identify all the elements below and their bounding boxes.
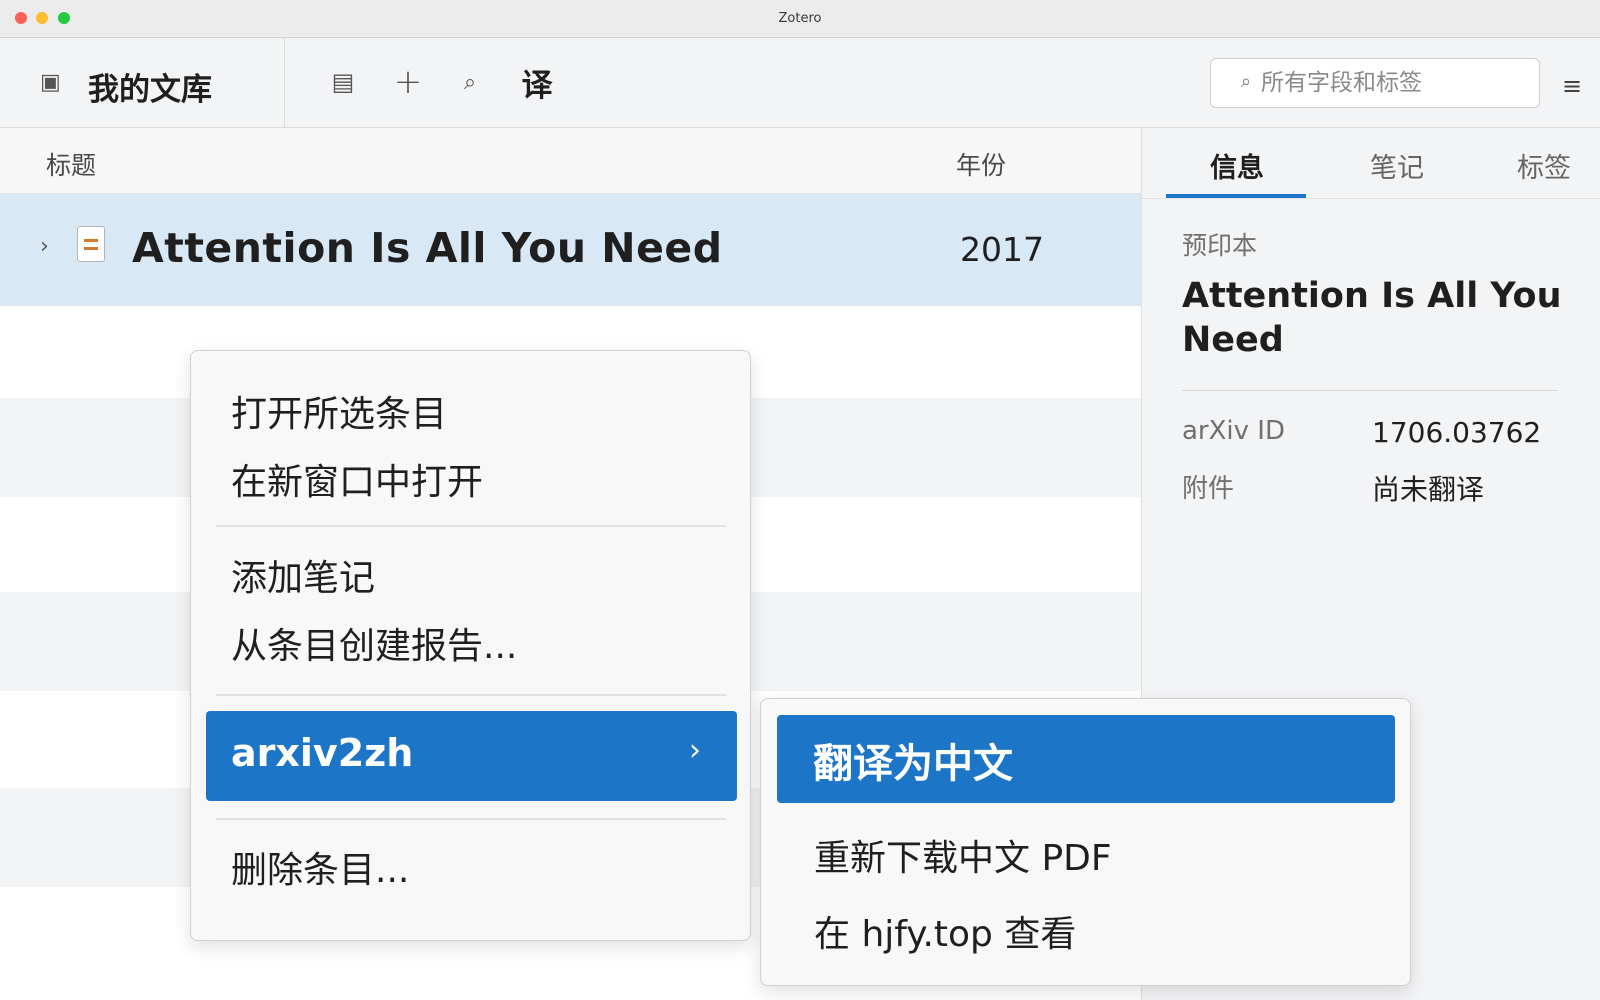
library-header: ▣ 我的文库 (0, 38, 285, 128)
table-row[interactable]: › Attention Is All You Need 2017 (0, 194, 1141, 306)
menu-item-delete-item[interactable]: 删除条目... (231, 841, 409, 893)
arxiv2zh-submenu: 翻译为中文 重新下载中文 PDF 在 hjfy.top 查看 (760, 698, 1411, 986)
submenu-item-translate-label: 翻译为中文 (813, 741, 1013, 787)
menu-item-add-note[interactable]: 添加笔记 (231, 549, 375, 601)
field-value-arxiv-id[interactable]: 1706.03762 (1372, 416, 1541, 449)
context-menu: 打开所选条目 在新窗口中打开 添加笔记 从条目创建报告... arxiv2zh … (190, 350, 751, 941)
search-icon: ⌕ (1241, 71, 1252, 92)
column-header-title[interactable]: 标题 (46, 146, 96, 182)
column-header: 标题 年份 (0, 128, 1141, 194)
chevron-right-icon[interactable]: › (40, 234, 49, 259)
submenu-item-view-on-hjfy[interactable]: 在 hjfy.top 查看 (814, 905, 1076, 957)
translate-button[interactable]: 译 (517, 62, 557, 104)
search-box[interactable]: ⌕ (1210, 58, 1540, 108)
submenu-item-translate[interactable]: 翻译为中文 (777, 715, 1395, 803)
document-icon (77, 226, 105, 262)
divider (1182, 390, 1558, 391)
search-input[interactable] (1261, 65, 1531, 101)
hamburger-icon[interactable]: ≡ (1562, 72, 1582, 100)
field-label-arxiv-id: arXiv ID (1182, 416, 1285, 446)
menu-separator (216, 818, 726, 820)
item-year: 2017 (960, 230, 1044, 269)
field-value-attachment[interactable]: 尚未翻译 (1372, 468, 1484, 508)
tab-info[interactable]: 信息 (1210, 146, 1264, 185)
chevron-right-icon: › (689, 733, 701, 768)
menu-item-arxiv2zh[interactable]: arxiv2zh › (206, 711, 737, 801)
tab-notes[interactable]: 笔记 (1370, 146, 1424, 185)
item-type: 预印本 (1182, 231, 1258, 260)
column-header-year[interactable]: 年份 (956, 146, 1006, 182)
tab-tags[interactable]: 标签 (1517, 146, 1571, 185)
menu-item-open-new-window[interactable]: 在新窗口中打开 (231, 453, 483, 505)
menu-item-create-report[interactable]: 从条目创建报告... (231, 617, 517, 669)
menu-item-open-selected[interactable]: 打开所选条目 (231, 385, 447, 437)
item-title: Attention Is All You Need (132, 224, 723, 272)
field-label-attachment: 附件 (1182, 474, 1235, 504)
title-bar: Zotero (0, 0, 1600, 38)
item-pane-title[interactable]: Attention Is All You Need (1182, 274, 1562, 362)
menu-item-arxiv2zh-label: arxiv2zh (231, 731, 414, 775)
submenu-item-redownload-pdf[interactable]: 重新下载中文 PDF (814, 829, 1112, 881)
menu-separator (216, 525, 726, 527)
plus-icon[interactable]: + (388, 62, 428, 102)
window-title: Zotero (778, 11, 822, 26)
library-title: 我的文库 (88, 72, 212, 108)
pane-toggle-icon[interactable]: ▣ (40, 70, 61, 95)
toolbar: ▣ 我的文库 ▤ + ⌕ 译 ⌕ ≡ (0, 38, 1600, 128)
search-icon[interactable]: ⌕ (450, 62, 490, 102)
menu-separator (216, 694, 726, 696)
list-icon[interactable]: ▤ (323, 62, 363, 102)
tab-divider (1142, 198, 1600, 199)
